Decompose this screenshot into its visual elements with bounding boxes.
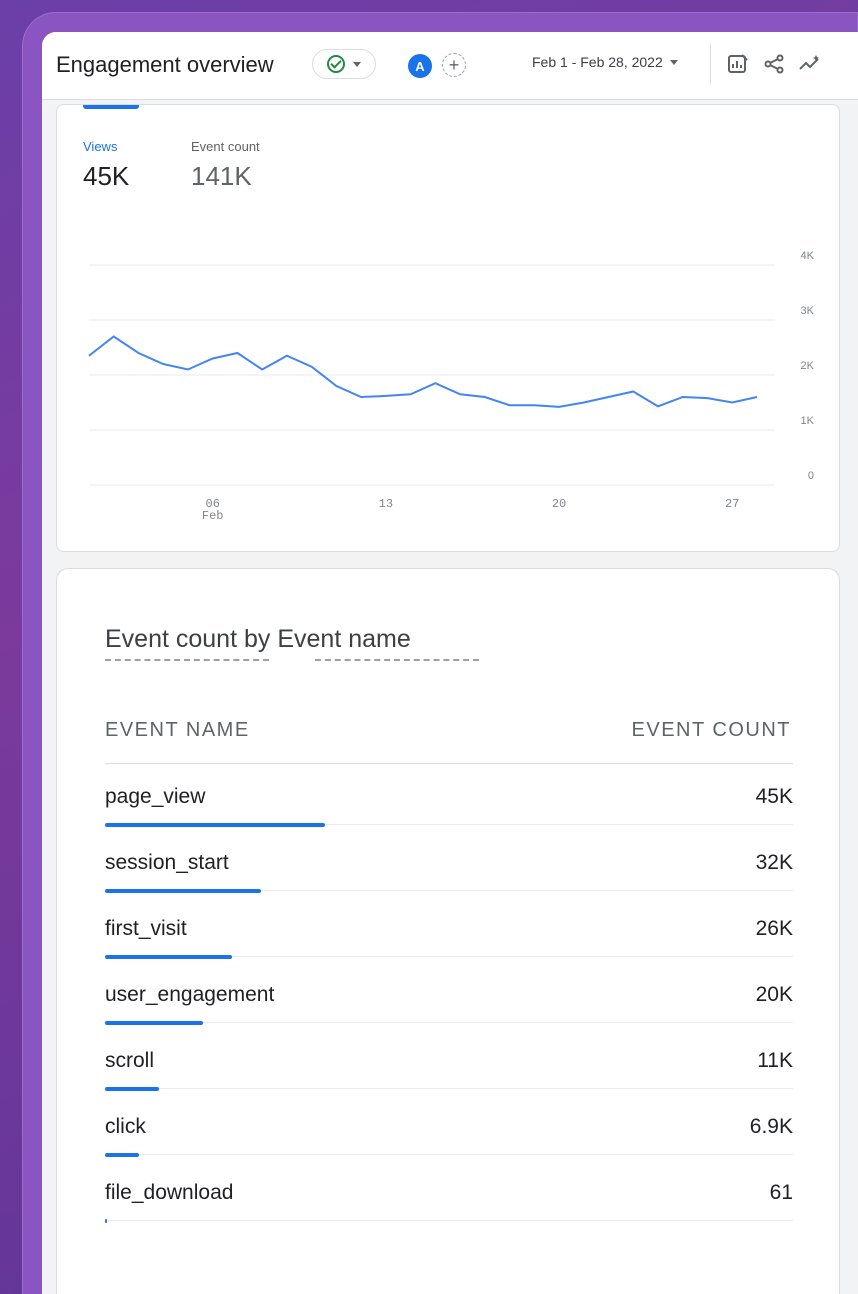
row-divider [105, 1220, 793, 1221]
card-title-dimension: Event name [277, 625, 411, 653]
date-range-label: Feb 1 - Feb 28, 2022 [532, 54, 663, 70]
dimension-dashed-underline [315, 659, 479, 661]
table-row[interactable]: first_visit 26K [105, 899, 793, 965]
row-divider [105, 1022, 793, 1023]
y-tick-label: 1K [801, 415, 815, 427]
caret-down-icon [353, 61, 361, 67]
event-count-cell: 45K [755, 785, 793, 808]
views-line-chart: 01K2K3K4K06Feb13 20 27 [88, 250, 815, 523]
x-tick-label: 27 [725, 497, 739, 511]
event-count-bar [105, 889, 262, 893]
event-name-cell: page_view [105, 785, 206, 808]
header-divider [105, 763, 793, 764]
y-tick-label: 2K [801, 360, 815, 372]
event-count-bar [105, 1153, 139, 1157]
toolbar-divider [710, 44, 711, 84]
table-row[interactable]: page_view 45K [105, 767, 793, 833]
page-title: Engagement overview [56, 52, 274, 77]
event-count-bar [105, 955, 233, 959]
x-tick-label: 20 [552, 497, 566, 511]
card-title: Event count by Event name [105, 625, 411, 654]
caret-down-icon [669, 59, 678, 65]
comparison-avatar[interactable]: A [408, 54, 432, 78]
event-count-cell: 11K [757, 1049, 793, 1072]
table-row[interactable]: file_download 61 [105, 1163, 793, 1229]
event-count-bar [105, 823, 325, 827]
report-status-dropdown[interactable] [312, 49, 376, 79]
metric-dashed-underline [105, 659, 269, 661]
event-name-cell: first_visit [105, 917, 187, 940]
add-comparison-icon[interactable]: + [442, 53, 466, 77]
event-name-cell: user_engagement [105, 983, 275, 1006]
card-title-metric: Event count by [105, 625, 271, 653]
column-header-event-name[interactable]: EVENT NAME [105, 719, 250, 742]
row-divider [105, 1088, 793, 1089]
event-count-cell: 6.9K [749, 1115, 793, 1138]
event-count-bar [105, 1087, 159, 1091]
column-header-event-count[interactable]: EVENT COUNT [632, 719, 791, 742]
event-count-cell: 61 [769, 1181, 793, 1204]
event-name-cell: scroll [105, 1049, 155, 1072]
y-tick-label: 3K [801, 305, 815, 317]
insights-icon[interactable] [796, 50, 824, 78]
event-count-cell: 32K [755, 851, 793, 874]
table-row[interactable]: scroll 11K [105, 1031, 793, 1097]
event-name-cell: click [105, 1115, 146, 1138]
y-tick-label: 4K [801, 250, 815, 262]
check-circle-icon [327, 55, 345, 73]
event-name-cell: file_download [105, 1181, 234, 1204]
report-header: Engagement overview A + Feb 1 - Feb 28, … [42, 32, 858, 100]
event-count-card: Event count by Event name EVENT NAME EVE… [56, 568, 840, 1294]
row-divider [105, 1154, 793, 1155]
event-count-cell: 26K [755, 917, 793, 940]
x-tick-sublabel: Feb [202, 509, 224, 523]
table-row[interactable]: user_engagement 20K [105, 965, 793, 1031]
share-icon[interactable] [760, 50, 788, 78]
app-screen: Engagement overview A + Feb 1 - Feb 28, … [42, 32, 858, 1294]
views-chart-card: Views 45K Event count 141K 0 1K 2K 3K 4K 06 Fe… [56, 104, 840, 552]
table-row[interactable]: click 6.9K [105, 1097, 793, 1163]
event-count-bar [105, 1021, 203, 1025]
date-range-picker[interactable]: Feb 1 - Feb 28, 2022 [532, 54, 678, 70]
x-tick-label: 13 [379, 497, 393, 511]
event-name-cell: session_start [105, 851, 229, 874]
series-line-views[interactable] [88, 335, 758, 408]
table-row[interactable]: session_start 32K [105, 833, 793, 899]
event-count-cell: 20K [755, 983, 793, 1006]
y-tick-label: 0 [808, 470, 814, 482]
customize-report-icon[interactable] [724, 50, 752, 78]
event-count-bar [105, 1219, 107, 1223]
